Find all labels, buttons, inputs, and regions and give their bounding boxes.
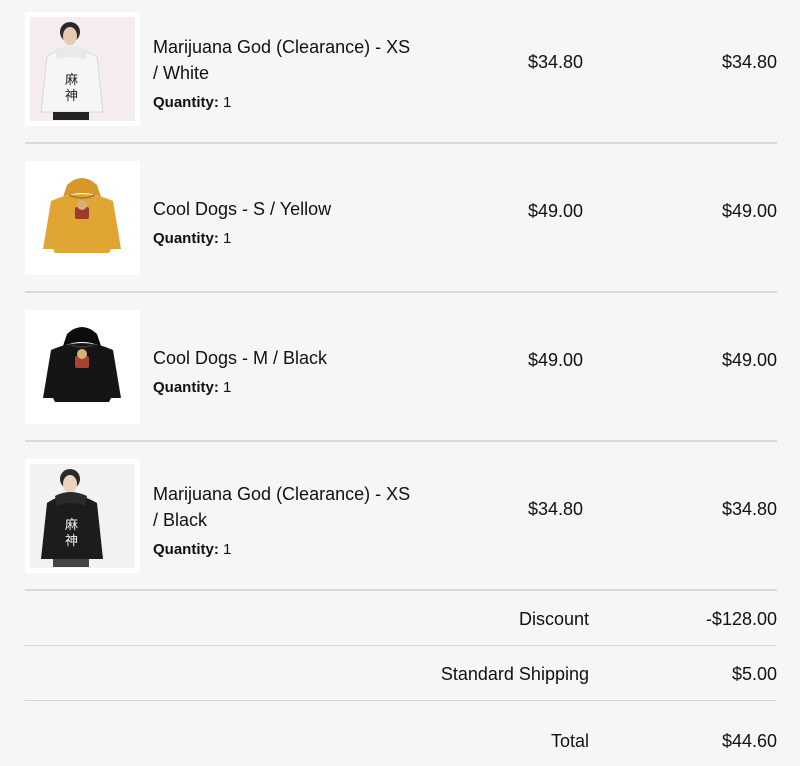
- divider: [25, 142, 777, 144]
- line-total: $34.80: [721, 499, 777, 519]
- white-hoodie-model-photo-icon: 麻 神: [30, 17, 135, 121]
- svg-text:神: 神: [65, 534, 78, 549]
- black-hoodie-model-photo-icon: 麻 神: [30, 464, 135, 568]
- yellow-hoodie-product-photo-icon: [43, 178, 121, 253]
- quantity-label: Quantity:: [153, 230, 219, 247]
- product-title[interactable]: Cool Dogs - M / Black: [153, 345, 413, 371]
- shipping-label: Standard Shipping: [440, 664, 589, 684]
- shipping-value: $5.00: [731, 664, 777, 684]
- order-summary: 麻 神 Marijuana God (Clearance) - XS / Whi…: [0, 0, 800, 766]
- quantity-label: Quantity:: [153, 541, 219, 558]
- black-hoodie-product-photo-icon: [43, 327, 121, 402]
- product-thumbnail: [25, 161, 140, 275]
- product-title[interactable]: Marijuana God (Clearance) - XS / Black: [153, 481, 413, 533]
- product-thumbnail: 麻 神: [25, 12, 140, 126]
- product-thumbnail: [25, 310, 140, 424]
- quantity-label: Quantity:: [153, 94, 219, 111]
- line-total: $49.00: [721, 201, 777, 221]
- unit-price: $34.80: [527, 52, 583, 72]
- discount-value: -$128.00: [705, 609, 777, 629]
- divider: [25, 700, 777, 701]
- product-quantity: Quantity: 1: [153, 541, 231, 559]
- line-item: Cool Dogs - M / Black Quantity: 1 $49.00…: [25, 310, 777, 424]
- divider: [25, 645, 777, 646]
- line-total: $49.00: [721, 350, 777, 370]
- line-item: Cool Dogs - S / Yellow Quantity: 1 $49.0…: [25, 161, 777, 275]
- svg-text:麻: 麻: [65, 518, 78, 533]
- quantity-label: Quantity:: [153, 379, 219, 396]
- quantity-value: 1: [223, 94, 232, 111]
- unit-price: $34.80: [527, 499, 583, 519]
- product-title[interactable]: Marijuana God (Clearance) - XS / White: [153, 34, 413, 86]
- divider: [25, 291, 777, 293]
- quantity-value: 1: [223, 379, 232, 396]
- line-item: 麻 神 Marijuana God (Clearance) - XS / Whi…: [25, 12, 777, 126]
- total-label: Total: [550, 731, 589, 751]
- svg-text:神: 神: [65, 89, 78, 104]
- unit-price: $49.00: [527, 350, 583, 370]
- line-total: $34.80: [721, 52, 777, 72]
- product-title[interactable]: Cool Dogs - S / Yellow: [153, 196, 413, 222]
- product-quantity: Quantity: 1: [153, 379, 231, 397]
- discount-label: Discount: [518, 609, 589, 629]
- total-value: $44.60: [721, 731, 777, 751]
- line-item: 麻 神 Marijuana God (Clearance) - XS / Bla…: [25, 459, 777, 573]
- divider: [25, 440, 777, 442]
- product-quantity: Quantity: 1: [153, 230, 231, 248]
- product-thumbnail: 麻 神: [25, 459, 140, 573]
- divider: [25, 589, 777, 591]
- quantity-value: 1: [223, 541, 232, 558]
- product-quantity: Quantity: 1: [153, 94, 231, 112]
- svg-text:麻: 麻: [65, 73, 78, 88]
- quantity-value: 1: [223, 230, 232, 247]
- unit-price: $49.00: [527, 201, 583, 221]
